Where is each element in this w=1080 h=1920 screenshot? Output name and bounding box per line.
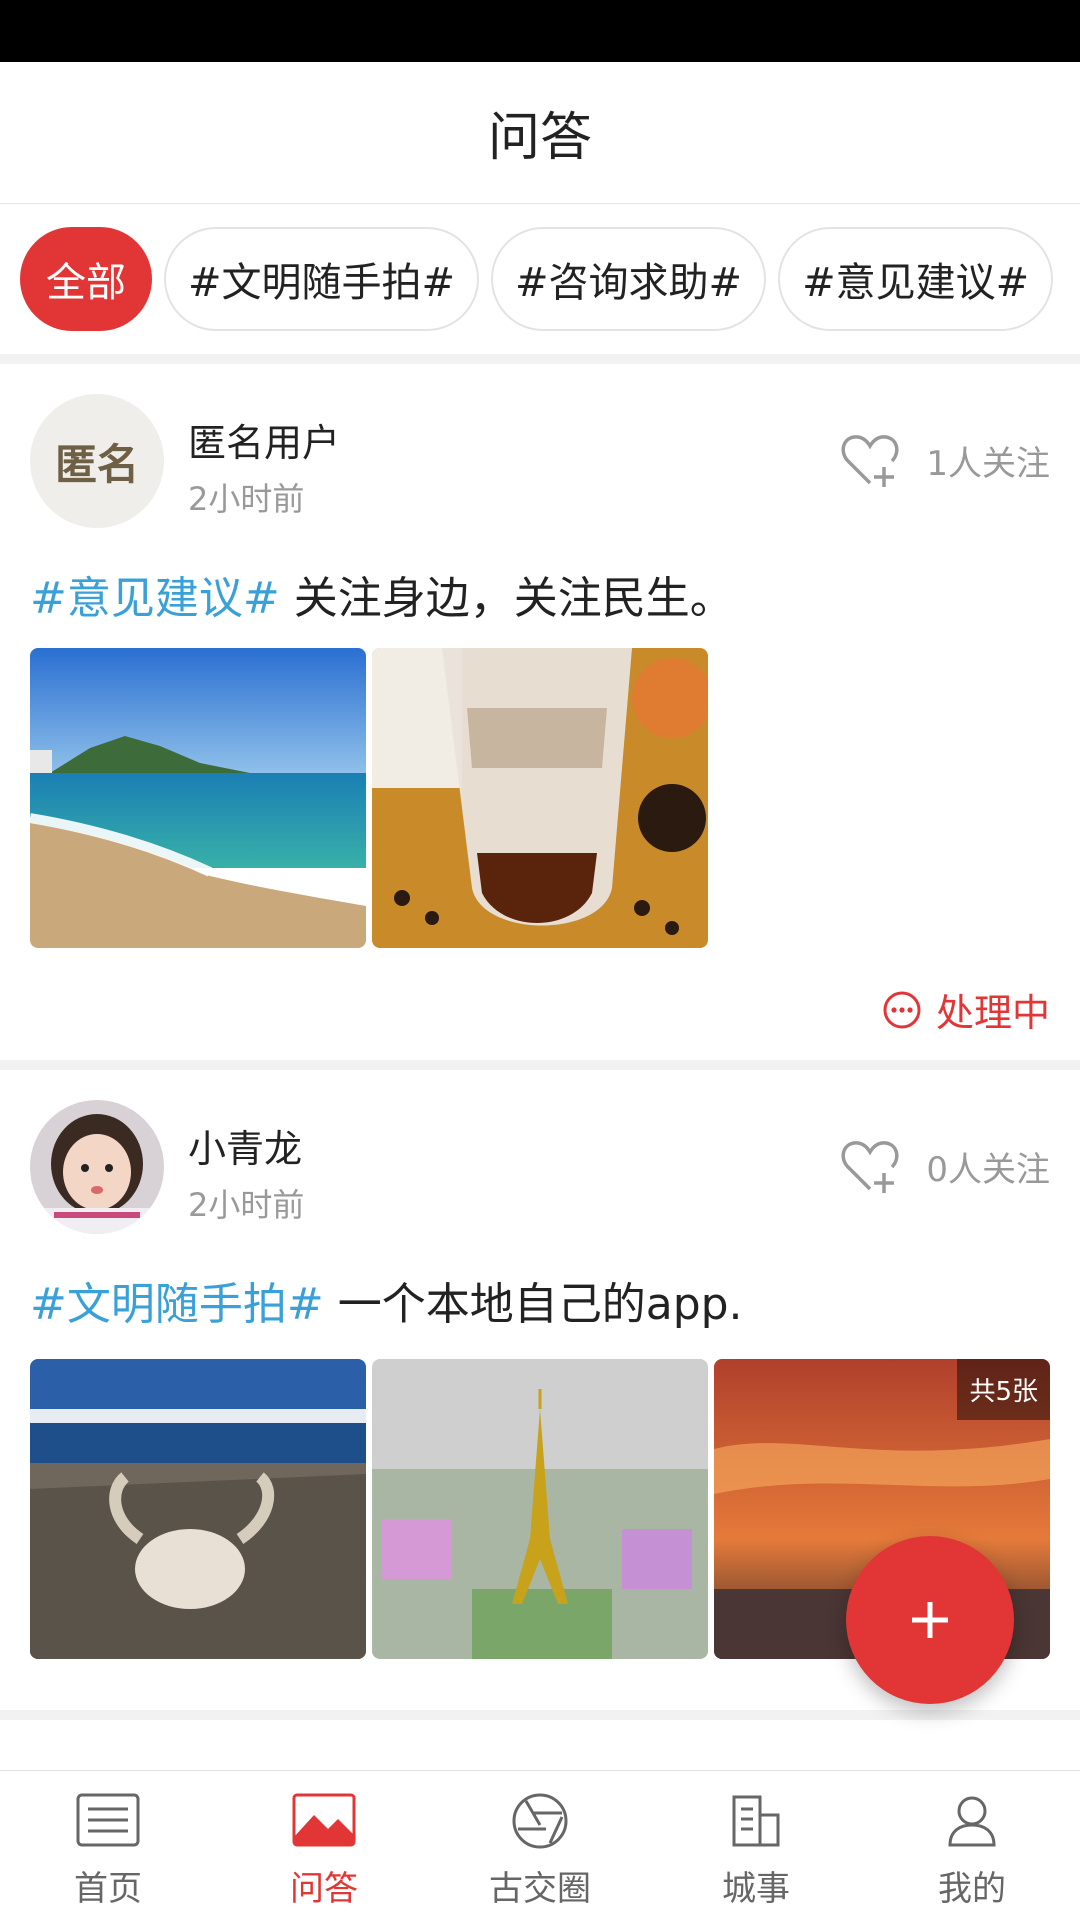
post-body: 关注身边，关注民生。	[293, 573, 734, 624]
username[interactable]: 匿名用户	[188, 412, 340, 467]
tab-city-news[interactable]: 城事	[648, 1771, 864, 1920]
heart-plus-icon	[841, 435, 899, 487]
ellipsis-circle-icon	[883, 991, 921, 1028]
divider	[0, 354, 1080, 364]
avatar-text: 匿名	[54, 439, 139, 489]
person-icon	[948, 1796, 996, 1847]
post-body: 一个本地自己的app.	[337, 1279, 743, 1330]
image-icon	[292, 1793, 356, 1847]
post-card[interactable]: 匿名 匿名用户 2小时前 1人关注 #意见建议# 关注身边，关注民生。 处理中	[0, 364, 1080, 1060]
divider	[0, 1060, 1080, 1070]
tag-civilized-photo[interactable]: #文明随手拍#	[164, 227, 480, 331]
tag-suggestion[interactable]: #意见建议#	[778, 227, 1054, 331]
tag-consult-help[interactable]: #咨询求助#	[491, 227, 767, 331]
follow-count: 0人关注	[926, 1149, 1050, 1190]
yak-skull-photo[interactable]	[30, 1359, 366, 1659]
coffee-photo[interactable]	[372, 648, 708, 948]
tab-qa[interactable]: 问答	[216, 1771, 432, 1920]
tag-all[interactable]: 全部	[20, 227, 152, 331]
tag-filter-row: 全部 #文明随手拍# #咨询求助# #意见建议#	[0, 204, 1080, 354]
username[interactable]: 小青龙	[188, 1118, 302, 1173]
plus-icon	[912, 1602, 948, 1638]
page-title: 问答	[487, 108, 592, 168]
follow-button[interactable]: 1人关注	[840, 430, 1050, 490]
follow-button[interactable]: 0人关注	[840, 1136, 1050, 1196]
tab-mine[interactable]: 我的	[864, 1771, 1080, 1920]
tab-city-news-label: 城事	[722, 1869, 790, 1909]
status-bar	[0, 0, 1080, 62]
post-hashtag[interactable]: #文明随手拍#	[30, 1279, 324, 1330]
post-time: 2小时前	[188, 480, 305, 518]
tab-qa-label: 问答	[290, 1869, 358, 1909]
beach-photo[interactable]	[30, 648, 366, 948]
follow-count: 1人关注	[926, 443, 1050, 484]
divider	[0, 1710, 1080, 1720]
post-text: #文明随手拍# 一个本地自己的app.	[30, 1268, 743, 1332]
avatar[interactable]: 匿名	[30, 394, 164, 528]
tab-gujiao-circle[interactable]: 古交圈	[432, 1771, 648, 1920]
tab-gujiao-circle-label: 古交圈	[489, 1869, 591, 1909]
news-icon	[76, 1793, 140, 1847]
photo-grid	[30, 648, 714, 948]
add-post-button[interactable]	[846, 1536, 1014, 1704]
bottom-tab-bar: 首页 问答 古交圈 城事 我的	[0, 1770, 1080, 1920]
avatar[interactable]	[30, 1100, 164, 1234]
nav-bar: 问答	[0, 62, 1080, 204]
post-hashtag[interactable]: #意见建议#	[30, 573, 280, 624]
status-text: 处理中	[935, 991, 1050, 1035]
heart-plus-icon	[841, 1141, 899, 1193]
building-icon	[732, 1795, 780, 1847]
post-status: 处理中	[882, 982, 1050, 1037]
tab-home-label: 首页	[74, 1869, 142, 1909]
aperture-icon	[512, 1793, 568, 1849]
tab-mine-label: 我的	[938, 1869, 1006, 1909]
tab-home[interactable]: 首页	[0, 1771, 216, 1920]
post-text: #意见建议# 关注身边，关注民生。	[30, 562, 734, 626]
photo-count-badge: 共5张	[957, 1359, 1050, 1420]
eiffel-tower-photo[interactable]	[372, 1359, 708, 1659]
post-time: 2小时前	[188, 1186, 305, 1224]
